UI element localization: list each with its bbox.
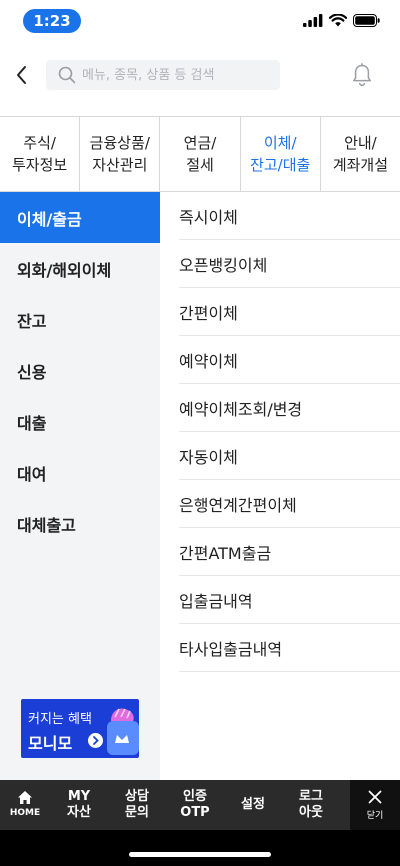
status-icons	[303, 14, 380, 27]
nav-item-lending[interactable]: 대여	[0, 447, 160, 498]
promo-line2: 모니모	[28, 734, 73, 753]
home-label: HOME	[9, 807, 41, 818]
left-nav: 이체/출금 외화/해외이체 잔고 신용 대출 대여 대체출고 커지는 혜택 모니…	[0, 192, 160, 780]
nav-item-substitute-release[interactable]: 대체출고	[0, 498, 160, 549]
menu-item-scheduled-transfer-inquiry[interactable]: 예약이체조회/변경	[179, 384, 400, 432]
promo-character-icon	[107, 708, 139, 755]
menu-item-other-firm-history[interactable]: 타사입출금내역	[179, 624, 400, 672]
menu-item-auto-transfer[interactable]: 자동이체	[179, 432, 400, 480]
tab-pension-tax-saving[interactable]: 연금/ 절세	[160, 117, 241, 191]
home-button[interactable]: HOME	[0, 780, 50, 830]
back-button[interactable]	[10, 61, 34, 89]
menu-item-simple-transfer[interactable]: 간편이체	[179, 288, 400, 336]
bell-icon	[353, 63, 371, 87]
menu-item-instant-transfer[interactable]: 즉시이체	[179, 192, 400, 240]
battery-icon	[353, 14, 380, 27]
nav-item-balance[interactable]: 잔고	[0, 294, 160, 345]
status-time: 1:23	[23, 9, 81, 33]
tab-financial-products-asset-management[interactable]: 금융상품/ 자산관리	[80, 117, 161, 191]
close-button[interactable]: 닫기	[350, 780, 400, 830]
otp-button[interactable]: 인증 OTP	[166, 780, 224, 830]
search-box[interactable]	[46, 60, 280, 90]
chevron-left-icon	[17, 66, 26, 84]
nav-item-loan[interactable]: 대출	[0, 396, 160, 447]
home-indicator-area	[0, 830, 400, 866]
tab-guide-account-opening[interactable]: 안내/ 계좌개설	[321, 117, 400, 191]
my-assets-button[interactable]: MY 자산	[50, 780, 108, 830]
submenu-list: 즉시이체 오픈뱅킹이체 간편이체 예약이체 예약이체조회/변경 자동이체 은행연…	[179, 192, 400, 672]
logout-button[interactable]: 로그 아웃	[282, 780, 340, 830]
settings-button[interactable]: 설정	[224, 780, 282, 830]
tab-stock-investment-info[interactable]: 주식/ 투자정보	[0, 117, 81, 191]
nav-item-transfer-withdrawal[interactable]: 이체/출금	[0, 192, 160, 243]
bottom-toolbar: HOME MY 자산 상담 문의 인증 OTP 설정 로그 아웃 닫기	[0, 780, 400, 830]
menu-item-bank-linked-transfer[interactable]: 은행연계간편이체	[179, 480, 400, 528]
home-icon	[18, 790, 32, 804]
promo-arrow-icon	[88, 733, 103, 748]
nav-item-fx-overseas-transfer[interactable]: 외화/해외이체	[0, 243, 160, 294]
tab-transfer-balance-loan[interactable]: 이체/ 잔고/대출	[241, 117, 321, 191]
menu-item-open-banking-transfer[interactable]: 오픈뱅킹이체	[179, 240, 400, 288]
search-icon	[58, 66, 76, 84]
promo-banner[interactable]: 커지는 혜택 모니모	[21, 699, 139, 758]
consult-button[interactable]: 상담 문의	[108, 780, 166, 830]
search-input[interactable]	[82, 67, 262, 83]
menu-item-scheduled-transfer[interactable]: 예약이체	[179, 336, 400, 384]
notification-button[interactable]	[350, 61, 374, 89]
home-indicator[interactable]	[129, 852, 271, 857]
search-header	[0, 52, 400, 98]
promo-line1: 커지는 혜택	[28, 712, 92, 727]
status-bar: 1:23	[0, 0, 400, 44]
close-icon	[368, 790, 382, 803]
wifi-icon	[329, 14, 347, 27]
nav-item-credit[interactable]: 신용	[0, 345, 160, 396]
menu-item-deposit-withdrawal-history[interactable]: 입출금내역	[179, 576, 400, 624]
close-label: 닫기	[366, 810, 384, 821]
menu-item-simple-atm-withdrawal[interactable]: 간편ATM출금	[179, 528, 400, 576]
signal-icon	[303, 14, 323, 27]
category-tabs: 주식/ 투자정보 금융상품/ 자산관리 연금/ 절세 이체/ 잔고/대출 안내/…	[0, 116, 400, 192]
